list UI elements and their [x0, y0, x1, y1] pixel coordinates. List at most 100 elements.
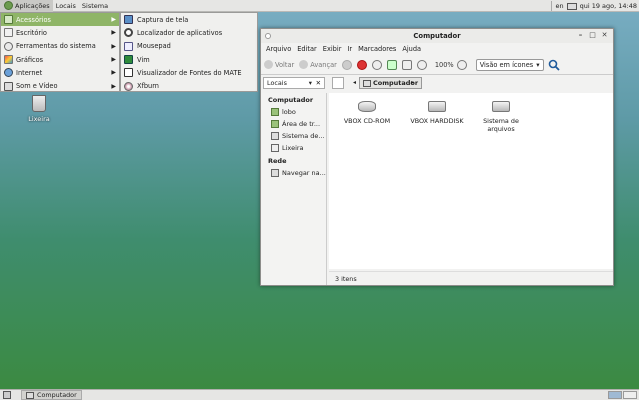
- back-button[interactable]: Voltar: [264, 60, 294, 69]
- submenu-item-screenshot[interactable]: Captura de tela: [121, 13, 257, 26]
- window-body: Locais ▾ ✕ ◂ Computador ▸ Computador lob…: [261, 75, 613, 285]
- menu-item-label: Ferramentas do sistema: [16, 42, 96, 51]
- submenu-item-font-viewer[interactable]: Visualizador de Fontes do MATE: [121, 66, 257, 79]
- bottom-panel: Computador: [0, 389, 639, 400]
- file-manager-window: Computador – □ ✕ Arquivo Editar Exibir I…: [260, 28, 614, 286]
- harddisk-icon: [428, 101, 446, 112]
- sidebar-item-trash[interactable]: Lixeira: [261, 142, 326, 154]
- sidebar-item-label: Sistema de...: [282, 132, 325, 140]
- submenu-item-app-finder[interactable]: Localizador de aplicativos: [121, 26, 257, 39]
- stop-icon[interactable]: [356, 59, 367, 70]
- mate-logo-icon: [4, 1, 13, 10]
- desktop-folder-icon: [271, 120, 279, 128]
- chevron-right-icon[interactable]: ▸: [411, 79, 414, 86]
- graphics-icon: [4, 55, 13, 65]
- item-label: VBOX CD-ROM: [343, 117, 391, 125]
- accessories-submenu: Captura de tela Localizador de aplicativ…: [120, 12, 258, 92]
- places-menu[interactable]: Locais: [53, 0, 79, 12]
- zoom-out-icon[interactable]: [416, 59, 427, 70]
- menu-help[interactable]: Ajuda: [399, 45, 424, 53]
- desktop-trash[interactable]: Lixeira: [24, 95, 54, 123]
- system-tools-icon: [4, 41, 13, 51]
- workspace-1[interactable]: [608, 391, 622, 399]
- menu-item-label: Gráficos: [16, 55, 44, 64]
- sidebar-item-home[interactable]: lobo: [261, 106, 326, 118]
- tray: en qui 19 ago, 14:48: [551, 0, 637, 12]
- window-title: Computador: [413, 32, 461, 40]
- trash-icon: [32, 95, 46, 112]
- chevron-down-icon: ▾: [536, 60, 540, 69]
- menu-bookmarks[interactable]: Marcadores: [355, 45, 399, 53]
- taskbar-label: Computador: [37, 391, 77, 399]
- chevron-right-icon: ▶: [111, 82, 116, 90]
- menu-view[interactable]: Exibir: [320, 45, 345, 53]
- reload-icon[interactable]: [371, 59, 382, 70]
- office-icon: [4, 28, 13, 38]
- screenshot-icon: [124, 15, 133, 25]
- system-menu[interactable]: Sistema: [79, 0, 111, 12]
- zoom-in-icon[interactable]: [456, 59, 467, 70]
- chevron-left-icon[interactable]: ◂: [353, 79, 356, 86]
- applications-menu[interactable]: Aplicações: [0, 0, 53, 12]
- submenu-item-vim[interactable]: Vim: [121, 53, 257, 66]
- sidebar-item-desktop[interactable]: Área de tr...: [261, 118, 326, 130]
- sidebar-item-filesystem[interactable]: Sistema de...: [261, 130, 326, 142]
- file-view: VBOX CD-ROM VBOX HARDDISK Sistema de arq…: [329, 93, 613, 269]
- search-icon[interactable]: [548, 59, 560, 71]
- close-sidebar-icon[interactable]: ✕: [316, 78, 321, 88]
- submenu-item-label: Vim: [137, 55, 150, 64]
- toolbar: Voltar Avançar 100% Visão em ícones ▾: [261, 55, 613, 75]
- menu-item-graphics[interactable]: Gráficos ▶: [1, 53, 119, 66]
- keyboard-layout[interactable]: en: [555, 2, 563, 10]
- item-harddisk[interactable]: VBOX HARDDISK: [407, 101, 467, 125]
- menu-item-system-tools[interactable]: Ferramentas do sistema ▶: [1, 40, 119, 53]
- menu-go[interactable]: Ir: [344, 45, 355, 53]
- window-menu-icon[interactable]: [265, 33, 271, 39]
- submenu-item-label: Localizador de aplicativos: [137, 28, 223, 37]
- window-controls: – □ ✕: [576, 31, 609, 40]
- maximize-icon[interactable]: □: [588, 31, 597, 40]
- forward-button[interactable]: Avançar: [299, 60, 337, 69]
- minimize-icon[interactable]: –: [576, 31, 585, 40]
- workspace-2[interactable]: [623, 391, 637, 399]
- forward-arrow-icon: [299, 60, 309, 69]
- forward-label: Avançar: [310, 60, 337, 69]
- window-titlebar[interactable]: Computador – □ ✕: [261, 29, 613, 43]
- zoom-level: 100%: [434, 60, 454, 69]
- menu-item-label: Internet: [16, 68, 43, 77]
- show-desktop-icon[interactable]: [3, 391, 11, 399]
- submenu-item-label: Mousepad: [137, 42, 171, 51]
- location-combo-value: Locais: [267, 79, 287, 87]
- network-icon[interactable]: [566, 2, 577, 10]
- desktop-trash-label: Lixeira: [28, 115, 50, 123]
- submenu-item-label: Xfburn: [137, 82, 159, 91]
- computer-icon: [26, 391, 34, 399]
- view-mode-select[interactable]: Visão em ícones ▾: [475, 58, 544, 71]
- status-bar: 3 itens: [329, 271, 613, 285]
- vim-icon: [124, 55, 133, 65]
- computer-icon[interactable]: [386, 59, 397, 70]
- computer-icon: [363, 79, 371, 87]
- sidebar-heading-network: Rede: [268, 157, 287, 165]
- submenu-item-xfburn[interactable]: Xfburn: [121, 79, 257, 92]
- submenu-item-mousepad[interactable]: Mousepad: [121, 40, 257, 53]
- menu-item-office[interactable]: Escritório ▶: [1, 26, 119, 39]
- clock[interactable]: qui 19 ago, 14:48: [580, 2, 637, 10]
- submenu-item-label: Visualizador de Fontes do MATE: [137, 68, 242, 77]
- menu-item-multimedia[interactable]: Som e Vídeo ▶: [1, 79, 119, 92]
- multimedia-icon: [4, 81, 13, 91]
- location-combo[interactable]: Locais ▾ ✕: [263, 77, 325, 89]
- divider: [551, 1, 553, 11]
- taskbar-button-computer[interactable]: Computador: [21, 390, 82, 400]
- close-icon[interactable]: ✕: [600, 31, 609, 40]
- up-icon[interactable]: [341, 59, 352, 70]
- item-filesystem[interactable]: Sistema de arquivos: [471, 101, 531, 133]
- menu-edit[interactable]: Editar: [294, 45, 320, 53]
- edit-location-icon[interactable]: [332, 77, 344, 89]
- item-cdrom[interactable]: VBOX CD-ROM: [337, 101, 397, 125]
- menu-item-internet[interactable]: Internet ▶: [1, 66, 119, 79]
- home-icon[interactable]: [401, 59, 412, 70]
- menu-file[interactable]: Arquivo: [263, 45, 294, 53]
- menu-item-accessories[interactable]: Acessórios ▶: [1, 13, 119, 27]
- sidebar-item-browse-network[interactable]: Navegar na...: [261, 167, 326, 179]
